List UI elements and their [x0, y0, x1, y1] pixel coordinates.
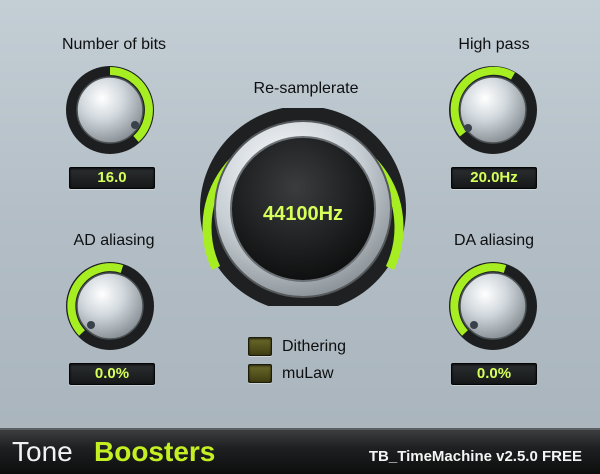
ad-aliasing-readout: 0.0%: [69, 363, 155, 385]
mulaw-option[interactable]: muLaw: [248, 364, 334, 383]
dithering-option[interactable]: Dithering: [248, 337, 346, 356]
product-version: TB_TimeMachine v2.5.0 FREE: [368, 448, 582, 465]
dithering-checkbox[interactable]: [248, 337, 272, 356]
resample-knob[interactable]: 44100Hz: [198, 108, 408, 306]
da-aliasing-label: DA aliasing: [453, 232, 535, 249]
mulaw-label: muLaw: [282, 364, 334, 382]
mulaw-checkbox[interactable]: [248, 364, 272, 383]
brand-logo-part2: Boosters: [94, 436, 216, 467]
bits-readout: 16.0: [69, 167, 155, 189]
dithering-label: Dithering: [282, 337, 347, 355]
footer-bar: Tone Boosters TB_TimeMachine v2.5.0 FREE: [0, 428, 600, 474]
highpass-label: High pass: [458, 36, 530, 53]
bits-label: Number of bits: [61, 36, 167, 53]
resample-value: 44100Hz: [262, 203, 344, 225]
highpass-readout: 20.0Hz: [451, 167, 537, 189]
ad-aliasing-label: AD aliasing: [73, 232, 155, 249]
bits-knob[interactable]: [58, 64, 162, 154]
da-aliasing-readout: 0.0%: [451, 363, 537, 385]
plugin-window: Number of bits 16.0 High pass 20.0Hz Re-…: [0, 0, 600, 474]
resample-label: Re-samplerate: [253, 80, 359, 97]
ad-aliasing-knob[interactable]: [58, 260, 162, 350]
brand-logo-part1: Tone: [12, 436, 73, 467]
da-aliasing-knob[interactable]: [441, 260, 545, 350]
highpass-knob[interactable]: [441, 64, 545, 154]
